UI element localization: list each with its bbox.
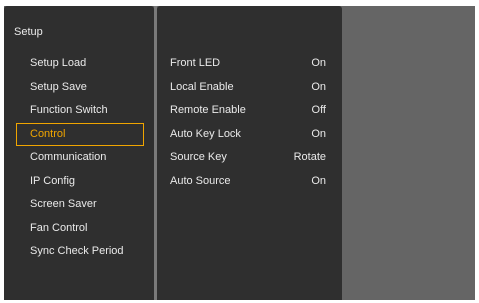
setting-row-source-key[interactable]: Source Key Rotate: [170, 146, 326, 170]
setting-name: Source Key: [170, 151, 227, 163]
setting-value[interactable]: Rotate: [294, 146, 326, 170]
setup-menu-list: Setup Load Setup Save Function Switch Co…: [16, 52, 144, 264]
menu-item-function-switch[interactable]: Function Switch: [16, 99, 144, 123]
setting-name: Auto Source: [170, 174, 231, 187]
menu-item-fan-control[interactable]: Fan Control: [16, 217, 144, 241]
menu-item-control[interactable]: Control: [16, 122, 144, 146]
setting-row-remote-enable[interactable]: Remote Enable Off: [170, 99, 326, 123]
menu-title: Setup: [14, 26, 43, 38]
setting-name: Front LED: [170, 57, 221, 69]
setting-value[interactable]: On: [311, 123, 326, 147]
setting-row-auto-source[interactable]: Auto Source On: [170, 170, 326, 194]
menu-item-communication[interactable]: Communication: [16, 146, 144, 170]
control-settings-list: Front LED On Local Enable On Remote Enab…: [170, 52, 326, 193]
setting-row-auto-key-lock[interactable]: Auto Key Lock On: [170, 123, 326, 147]
menu-item-screen-saver[interactable]: Screen Saver: [16, 193, 144, 217]
menu-item-sync-check-period[interactable]: Sync Check Period: [16, 240, 144, 264]
setting-row-front-led[interactable]: Front LED On: [170, 52, 326, 76]
menu-item-setup-save[interactable]: Setup Save: [16, 76, 144, 100]
menu-item-setup-load[interactable]: Setup Load: [16, 52, 144, 76]
setting-value[interactable]: On: [311, 76, 326, 100]
setting-name: Auto Key Lock: [170, 127, 241, 140]
setting-value[interactable]: On: [311, 170, 326, 194]
setting-name: Remote Enable: [170, 104, 246, 116]
setting-value[interactable]: On: [311, 52, 326, 76]
setting-value[interactable]: Off: [312, 99, 326, 123]
setting-name: Local Enable: [170, 80, 234, 93]
setting-row-local-enable[interactable]: Local Enable On: [170, 76, 326, 100]
menu-item-ip-config[interactable]: IP Config: [16, 170, 144, 194]
